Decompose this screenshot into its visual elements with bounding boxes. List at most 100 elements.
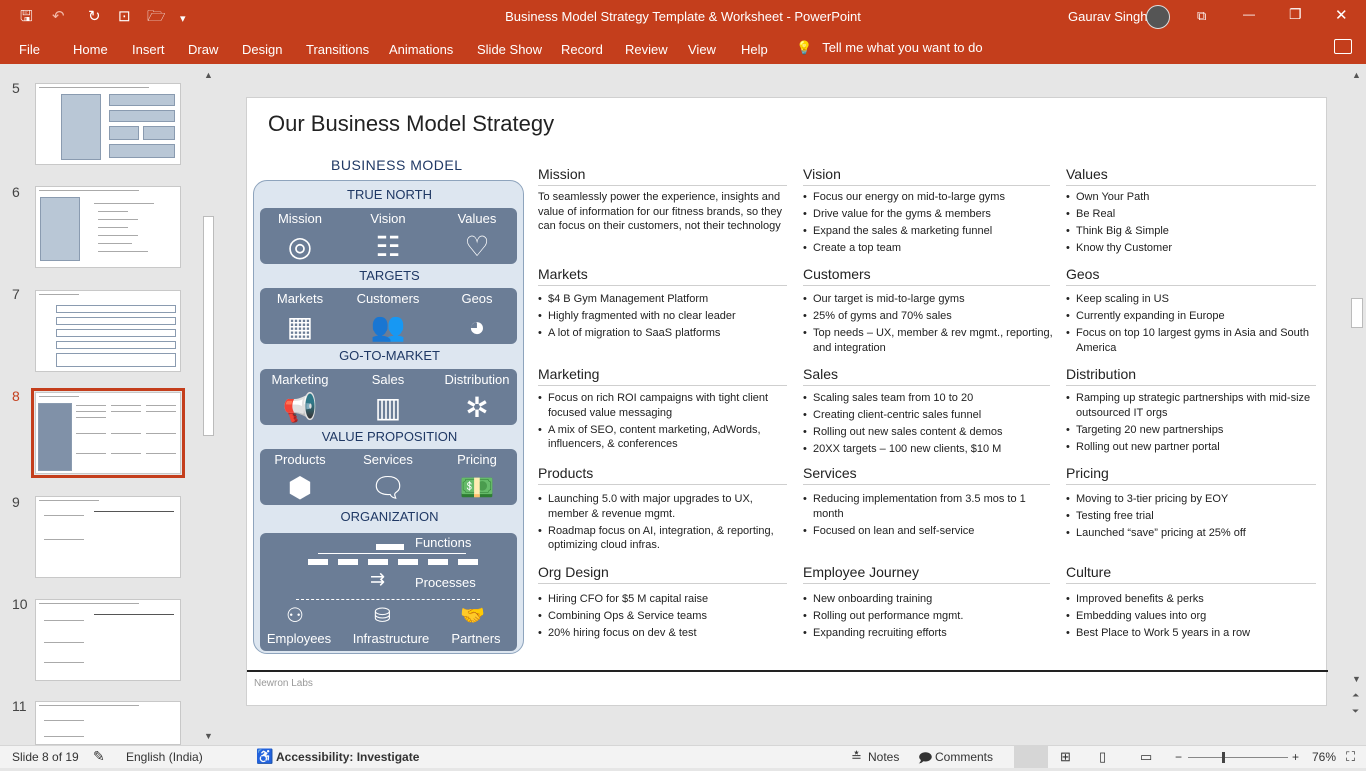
notes-button[interactable]: Notes <box>868 750 899 764</box>
business-model-title[interactable]: BUSINESS MODEL <box>331 157 462 173</box>
marketing-cell[interactable]: Marketing 📢 <box>260 372 340 423</box>
geos-heading[interactable]: Geos <box>1066 266 1099 282</box>
previous-slide-icon[interactable]: ⏶ <box>1352 690 1359 701</box>
slide-thumbnail-6[interactable] <box>35 186 181 268</box>
tab-design[interactable]: Design <box>242 42 282 57</box>
tab-draw[interactable]: Draw <box>188 42 218 57</box>
vision-heading[interactable]: Vision <box>803 166 841 182</box>
mission-cell[interactable]: Mission ◎ <box>260 211 340 262</box>
slide[interactable]: Our Business Model Strategy BUSINESS MOD… <box>246 97 1328 706</box>
tab-transitions[interactable]: Transitions <box>306 42 369 57</box>
pricing-heading[interactable]: Pricing <box>1066 465 1109 481</box>
values-heading[interactable]: Values <box>1066 166 1108 182</box>
accessibility-status[interactable]: Accessibility: Investigate <box>276 750 419 764</box>
org-design-list[interactable]: Hiring CFO for $5 M capital raise Combin… <box>538 592 790 643</box>
products-heading[interactable]: Products <box>538 465 593 481</box>
close-button[interactable]: ✕ <box>1335 6 1348 24</box>
geos-cell[interactable]: Geos ◕ <box>437 291 517 342</box>
customers-list[interactable]: Our target is mid-to-large gyms 25% of g… <box>803 292 1053 358</box>
tab-record[interactable]: Record <box>561 42 603 57</box>
zoom-level[interactable]: 76% <box>1312 750 1336 764</box>
pricing-list[interactable]: Moving to 3-tier pricing by EOY Testing … <box>1066 492 1318 543</box>
mission-heading[interactable]: Mission <box>538 166 585 182</box>
comments-icon[interactable] <box>1334 39 1352 54</box>
spelling-icon[interactable]: ✎ <box>93 748 105 765</box>
fit-slide-icon[interactable]: ⛶ <box>1346 749 1355 765</box>
tab-insert[interactable]: Insert <box>132 42 165 57</box>
tab-file[interactable]: File <box>19 42 40 57</box>
slide-count[interactable]: Slide 8 of 19 <box>12 750 79 764</box>
footer-text[interactable]: Newron Labs <box>254 678 313 689</box>
slide-thumbnail-8[interactable] <box>31 388 185 478</box>
culture-heading[interactable]: Culture <box>1066 564 1111 580</box>
scroll-up-icon[interactable]: ▲ <box>204 70 213 80</box>
markets-cell[interactable]: Markets ▦ <box>260 291 340 342</box>
tab-review[interactable]: Review <box>625 42 668 57</box>
values-list[interactable]: Own Your Path Be Real Think Big & Simple… <box>1066 190 1318 258</box>
normal-view-icon[interactable] <box>1014 746 1048 768</box>
pricing-cell[interactable]: Pricing 💵 <box>437 452 517 503</box>
products-list[interactable]: Launching 5.0 with major upgrades to UX,… <box>538 492 790 555</box>
employee-journey-list[interactable]: New onboarding training Rolling out perf… <box>803 592 1053 643</box>
tell-me-search[interactable]: 💡 Tell me what you want to do <box>796 40 983 56</box>
slide-thumbnail-5[interactable] <box>35 83 181 165</box>
slide-show-icon[interactable]: ▭ <box>1140 749 1152 765</box>
minimize-button[interactable]: — <box>1243 7 1255 21</box>
marketing-list[interactable]: Focus on rich ROI campaigns with tight c… <box>538 391 790 454</box>
vision-cell[interactable]: Vision ☷ <box>348 211 428 262</box>
slide-sorter-icon[interactable]: ⊞ <box>1060 749 1071 765</box>
distribution-cell[interactable]: Distribution ✲ <box>437 372 517 423</box>
infrastructure-label[interactable]: Infrastructure <box>346 631 436 646</box>
scroll-down-icon[interactable]: ▼ <box>204 731 213 741</box>
zoom-slider-thumb[interactable] <box>1222 752 1225 763</box>
employee-journey-heading[interactable]: Employee Journey <box>803 564 919 580</box>
geos-list[interactable]: Keep scaling in US Currently expanding i… <box>1066 292 1318 358</box>
language-label[interactable]: English (India) <box>126 750 203 764</box>
user-name[interactable]: Gaurav Singh <box>1068 9 1148 24</box>
distribution-heading[interactable]: Distribution <box>1066 366 1136 382</box>
partners-label[interactable]: Partners <box>446 631 506 646</box>
services-heading[interactable]: Services <box>803 465 857 481</box>
comments-button[interactable]: Comments <box>935 750 993 764</box>
customers-cell[interactable]: Customers 👥 <box>348 291 428 342</box>
scroll-down-icon[interactable]: ▼ <box>1352 674 1361 684</box>
tab-home[interactable]: Home <box>73 42 108 57</box>
canvas-scrollbar[interactable]: ▲ ▼ ⏶ ⏷ <box>1349 66 1365 743</box>
sales-cell[interactable]: Sales ▥ <box>348 372 428 423</box>
services-cell[interactable]: Services 🗨 <box>348 452 428 503</box>
values-cell[interactable]: Values ♡ <box>437 211 517 262</box>
markets-list[interactable]: $4 B Gym Management Platform Highly frag… <box>538 292 790 343</box>
slide-title[interactable]: Our Business Model Strategy <box>268 111 554 137</box>
products-cell[interactable]: Products ⬢ <box>260 452 340 503</box>
slide-thumbnail-9[interactable] <box>35 496 181 578</box>
scroll-thumb[interactable] <box>203 216 214 436</box>
org-design-heading[interactable]: Org Design <box>538 564 609 580</box>
thumbnail-scrollbar[interactable]: ▲ ▼ <box>201 66 216 743</box>
employees-label[interactable]: Employees <box>264 631 334 646</box>
customers-heading[interactable]: Customers <box>803 266 871 282</box>
slide-thumbnail-7[interactable] <box>35 290 181 372</box>
slide-thumbnail-10[interactable] <box>35 599 181 681</box>
scroll-up-icon[interactable]: ▲ <box>1352 70 1361 80</box>
tab-help[interactable]: Help <box>741 42 768 57</box>
distribution-list[interactable]: Ramping up strategic partnerships with m… <box>1066 391 1318 457</box>
services-list[interactable]: Reducing implementation from 3.5 mos to … <box>803 492 1053 541</box>
maximize-button[interactable]: ❐ <box>1289 6 1302 23</box>
reading-view-icon[interactable]: ▯ <box>1099 749 1106 765</box>
next-slide-icon[interactable]: ⏷ <box>1352 706 1359 717</box>
slide-thumbnail-11[interactable] <box>35 701 181 745</box>
ribbon-display-icon[interactable]: ⧉ <box>1197 8 1206 24</box>
sales-heading[interactable]: Sales <box>803 366 838 382</box>
tab-view[interactable]: View <box>688 42 716 57</box>
zoom-out-button[interactable]: − <box>1175 750 1182 764</box>
marketing-heading[interactable]: Marketing <box>538 366 599 382</box>
culture-list[interactable]: Improved benefits & perks Embedding valu… <box>1066 592 1318 643</box>
mission-text[interactable]: To seamlessly power the experience, insi… <box>538 190 790 234</box>
business-model-panel[interactable]: TRUE NORTH Mission ◎ Vision ☷ Values ♡ TARG… <box>253 180 524 654</box>
tab-animations[interactable]: Animations <box>389 42 453 57</box>
sales-list[interactable]: Scaling sales team from 10 to 20 Creatin… <box>803 391 1053 459</box>
zoom-in-button[interactable]: + <box>1292 750 1299 764</box>
tab-slide-show[interactable]: Slide Show <box>477 42 542 57</box>
zoom-slider[interactable] <box>1188 757 1288 758</box>
scroll-thumb[interactable] <box>1351 298 1363 328</box>
